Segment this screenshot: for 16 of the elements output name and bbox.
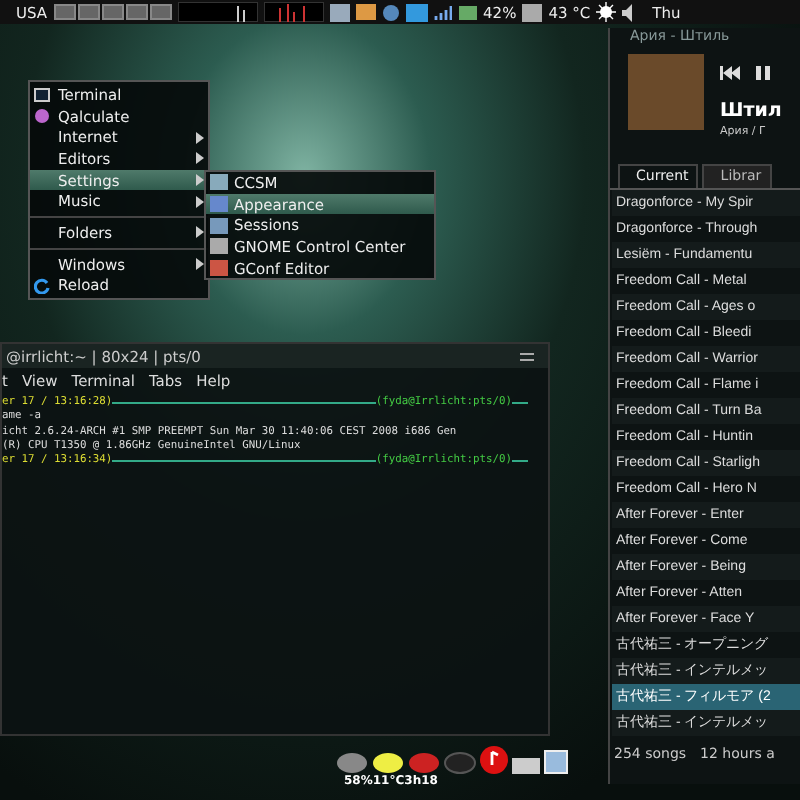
signal-icon	[433, 4, 452, 20]
pause-icon[interactable]	[756, 66, 770, 80]
previous-icon[interactable]	[720, 66, 740, 80]
cpu-graph-drawing	[177, 2, 258, 22]
terminal-icon	[34, 87, 50, 102]
album-art-placeholder	[628, 54, 704, 130]
reload-icon	[34, 277, 50, 294]
track-title: Штил	[720, 100, 782, 122]
network-graph-drawing	[263, 2, 324, 22]
window-control-icon[interactable]	[520, 351, 536, 361]
globe-icon[interactable]	[381, 3, 400, 21]
submenu-arrow-icon	[196, 226, 204, 239]
submenu-arrow-icon	[196, 258, 204, 271]
workspace-switcher[interactable]	[53, 4, 172, 20]
music-note-icon[interactable]	[480, 746, 508, 774]
sun-icon	[596, 2, 617, 22]
